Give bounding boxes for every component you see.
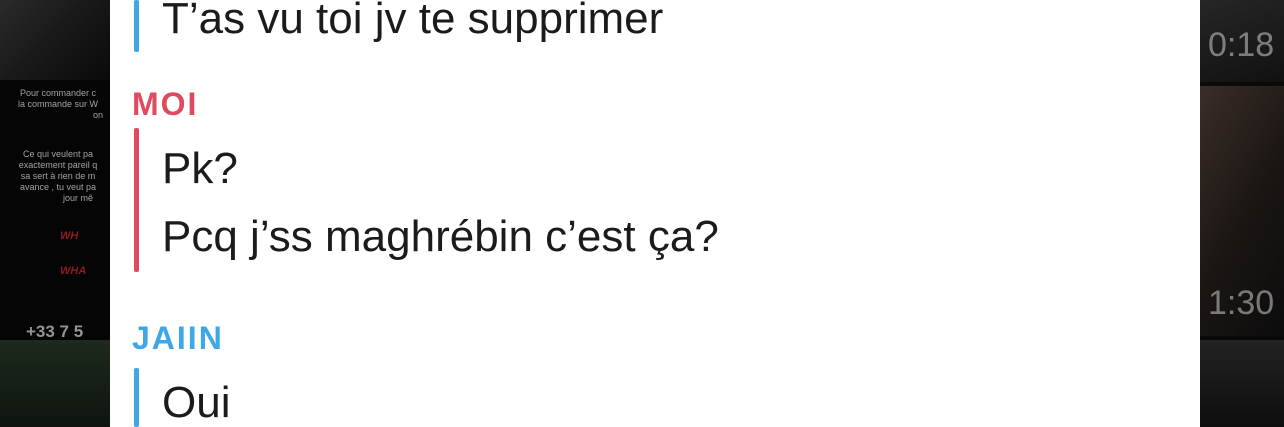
sender-label-moi: MOI (132, 86, 199, 122)
sender-label-jaiin: JAIIN (132, 320, 224, 356)
background-photo-bottom-left (0, 340, 110, 427)
background-promo-text: Pour commander c la commande sur W on Ce… (6, 88, 110, 204)
message-text: Pcq j’ss maghrébin c’est ça? (162, 212, 719, 261)
background-red-text: WH (60, 230, 79, 242)
message-text: Pk? (162, 144, 238, 193)
background-timestamp: 1:30 (1208, 284, 1275, 322)
message-text: Oui (162, 378, 231, 427)
background-tile (1200, 340, 1284, 427)
promo-line: Ce qui veulent pa (22, 149, 94, 159)
promo-line: avance , tu veut pa (19, 182, 97, 192)
promo-line: la commande sur W (17, 99, 99, 109)
promo-line: on (92, 110, 103, 120)
background-photo-top-left (0, 0, 110, 80)
background-phone-number: +33 7 5 (26, 322, 84, 341)
message-bar-jaiin (134, 368, 139, 427)
promo-line: exactement pareil q (18, 160, 98, 170)
promo-line: sa sert à rien de m (20, 171, 96, 181)
promo-line: Pour commander c (19, 88, 97, 98)
message-bar-jaiin (134, 0, 139, 52)
background-timestamp: 0:18 (1208, 26, 1275, 64)
chat-panel: T’as vu toi jv te supprimer MOI Pk? Pcq … (110, 0, 1200, 427)
message-bar-moi (134, 128, 139, 272)
message-text: T’as vu toi jv te supprimer (162, 0, 664, 43)
background-right: 0:18 1:30 (1200, 0, 1284, 427)
background-red-text: WHA (60, 265, 87, 277)
promo-line: jour mê (62, 193, 93, 203)
background-left: Pour commander c la commande sur W on Ce… (0, 0, 110, 427)
